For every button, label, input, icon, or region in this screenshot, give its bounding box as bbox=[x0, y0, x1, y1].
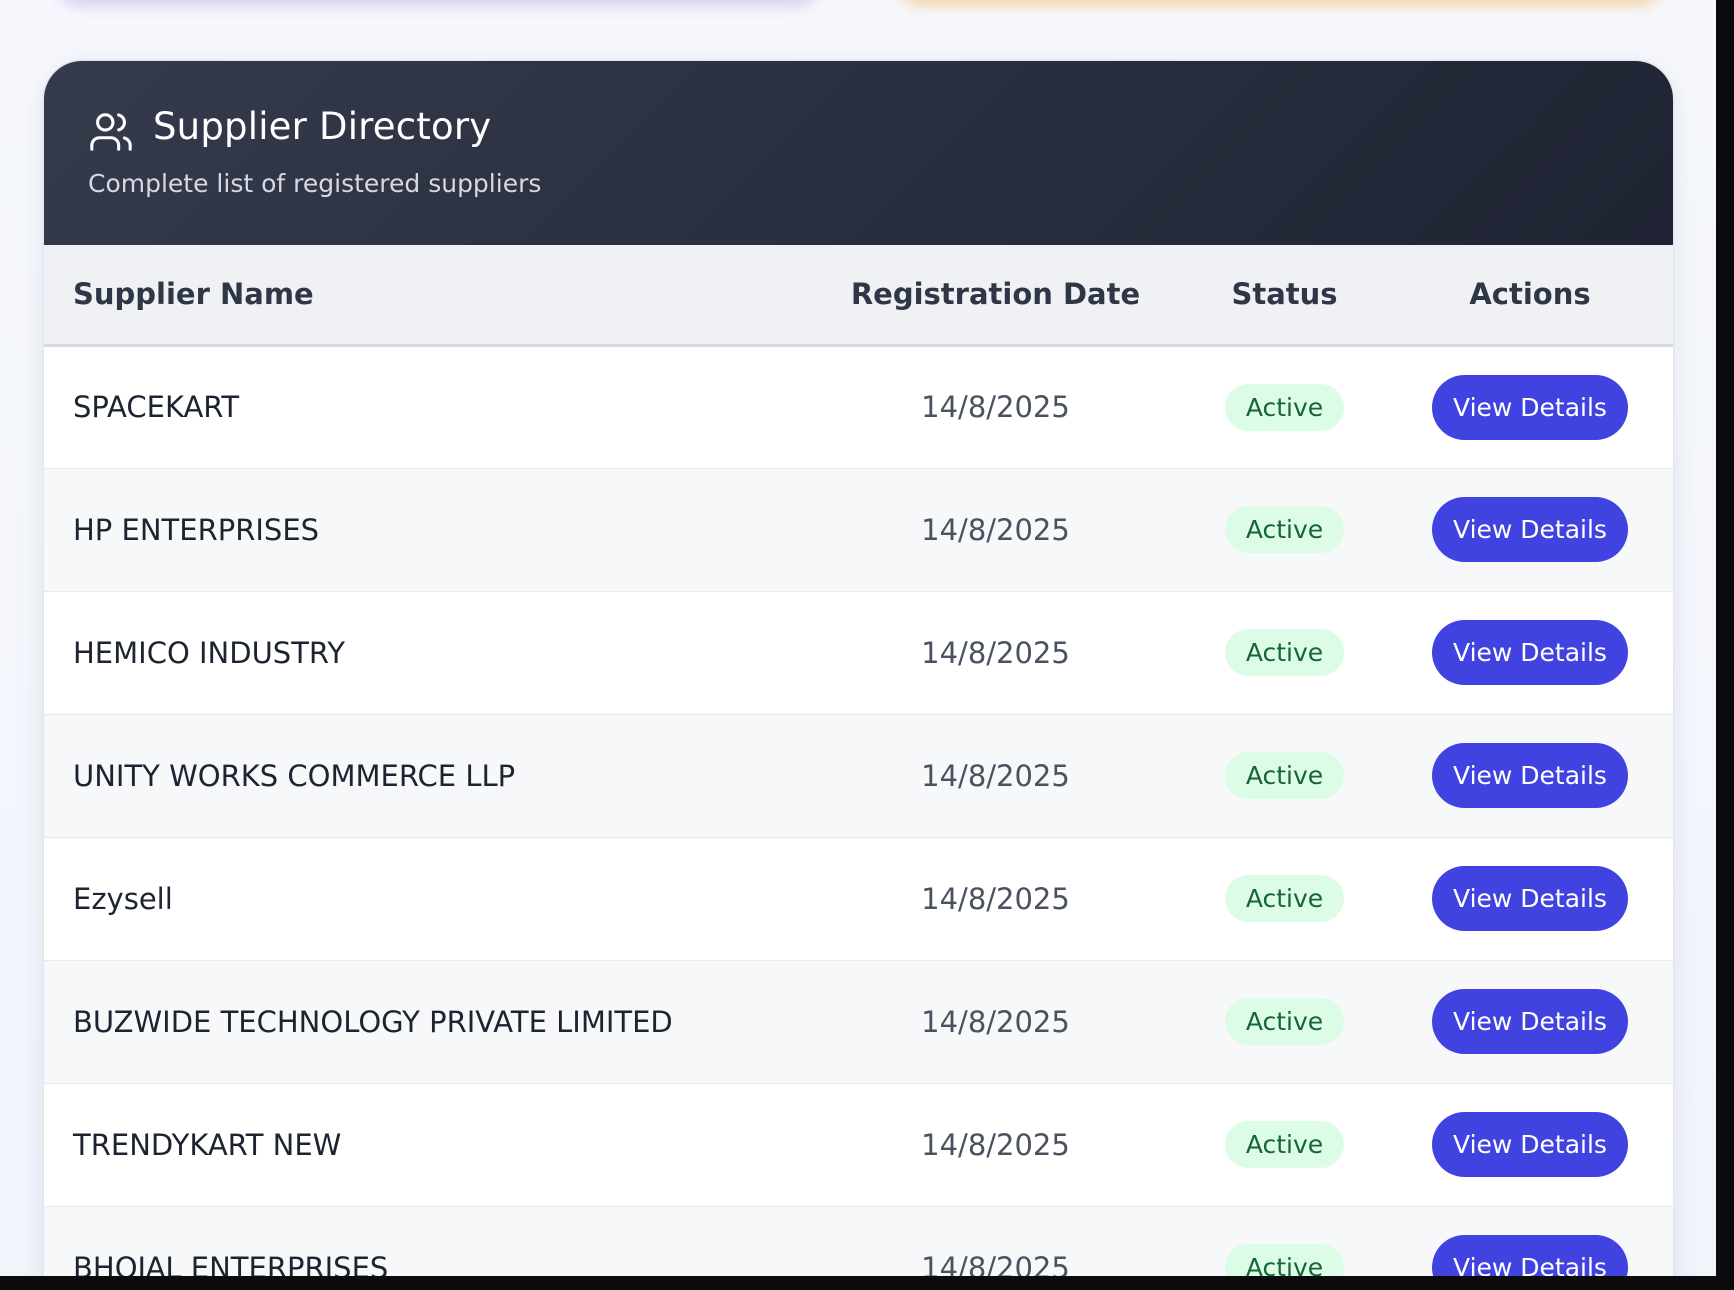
view-details-button[interactable]: View Details bbox=[1432, 989, 1628, 1054]
directory-subtitle: Complete list of registered suppliers bbox=[88, 169, 542, 198]
table-header: Supplier Name Registration Date Status A… bbox=[44, 245, 1673, 347]
column-header-status[interactable]: Status bbox=[1182, 245, 1387, 347]
status-badge: Active bbox=[1224, 506, 1345, 553]
view-details-button[interactable]: View Details bbox=[1432, 866, 1628, 931]
directory-header: Supplier Directory Complete list of regi… bbox=[44, 61, 1673, 245]
supplier-name: SPACEKART bbox=[73, 390, 240, 424]
status-badge: Active bbox=[1224, 1244, 1345, 1276]
supplier-name: BHOJAL ENTERPRISES bbox=[73, 1250, 389, 1277]
status-badge: Active bbox=[1224, 998, 1345, 1045]
status-badge: Active bbox=[1224, 629, 1345, 676]
supplier-name: Ezysell bbox=[73, 881, 173, 916]
registration-date: 14/8/2025 bbox=[921, 1250, 1070, 1277]
view-details-button[interactable]: View Details bbox=[1432, 1112, 1628, 1177]
supplier-name: TRENDYKART NEW bbox=[73, 1127, 342, 1162]
table-row: HP ENTERPRISES 14/8/2025 Active View Det… bbox=[44, 468, 1673, 591]
table-row: TRENDYKART NEW 14/8/2025 Active View Det… bbox=[44, 1083, 1673, 1206]
directory-title: Supplier Directory bbox=[153, 105, 492, 148]
view-details-button[interactable]: View Details bbox=[1432, 497, 1628, 562]
supplier-name: UNITY WORKS COMMERCE LLP bbox=[73, 758, 516, 793]
table-row: SPACEKART 14/8/2025 Active View Details bbox=[44, 345, 1673, 468]
status-badge: Active bbox=[1224, 875, 1345, 922]
users-icon bbox=[90, 113, 132, 151]
supplier-table: Supplier Name Registration Date Status A… bbox=[44, 245, 1673, 1276]
table-body: SPACEKART 14/8/2025 Active View Details … bbox=[44, 345, 1673, 1276]
column-header-registration-date[interactable]: Registration Date bbox=[809, 245, 1182, 347]
registration-date: 14/8/2025 bbox=[921, 390, 1070, 424]
window-frame-bottom bbox=[0, 1276, 1734, 1290]
table-header-row: Supplier Name Registration Date Status A… bbox=[44, 245, 1673, 347]
supplier-directory-panel: Supplier Directory Complete list of regi… bbox=[44, 61, 1673, 1276]
status-badge: Active bbox=[1224, 383, 1345, 431]
supplier-name: HP ENTERPRISES bbox=[73, 512, 320, 547]
window-frame-right bbox=[1716, 0, 1734, 1290]
registration-date: 14/8/2025 bbox=[921, 1004, 1070, 1039]
table-row: Ezysell 14/8/2025 Active View Details bbox=[44, 837, 1673, 960]
column-header-supplier-name[interactable]: Supplier Name bbox=[44, 245, 809, 347]
registration-date: 14/8/2025 bbox=[921, 758, 1070, 793]
table-row: BHOJAL ENTERPRISES 14/8/2025 Active View… bbox=[44, 1206, 1673, 1276]
table-row: UNITY WORKS COMMERCE LLP 14/8/2025 Activ… bbox=[44, 714, 1673, 837]
page-background: Supplier Directory Complete list of regi… bbox=[0, 0, 1716, 1276]
status-badge: Active bbox=[1224, 752, 1345, 799]
table-row: BUZWIDE TECHNOLOGY PRIVATE LIMITED 14/8/… bbox=[44, 960, 1673, 1083]
view-details-button[interactable]: View Details bbox=[1432, 1235, 1628, 1276]
view-details-button[interactable]: View Details bbox=[1432, 743, 1628, 808]
supplier-name: BUZWIDE TECHNOLOGY PRIVATE LIMITED bbox=[73, 1004, 673, 1039]
registration-date: 14/8/2025 bbox=[921, 512, 1070, 547]
view-details-button[interactable]: View Details bbox=[1432, 620, 1628, 685]
status-badge: Active bbox=[1224, 1121, 1345, 1168]
column-header-actions: Actions bbox=[1387, 245, 1673, 347]
table-row: HEMICO INDUSTRY 14/8/2025 Active View De… bbox=[44, 591, 1673, 714]
view-details-button[interactable]: View Details bbox=[1432, 374, 1628, 440]
registration-date: 14/8/2025 bbox=[921, 635, 1070, 670]
registration-date: 14/8/2025 bbox=[921, 881, 1070, 916]
supplier-name: HEMICO INDUSTRY bbox=[73, 635, 345, 670]
registration-date: 14/8/2025 bbox=[921, 1127, 1070, 1162]
